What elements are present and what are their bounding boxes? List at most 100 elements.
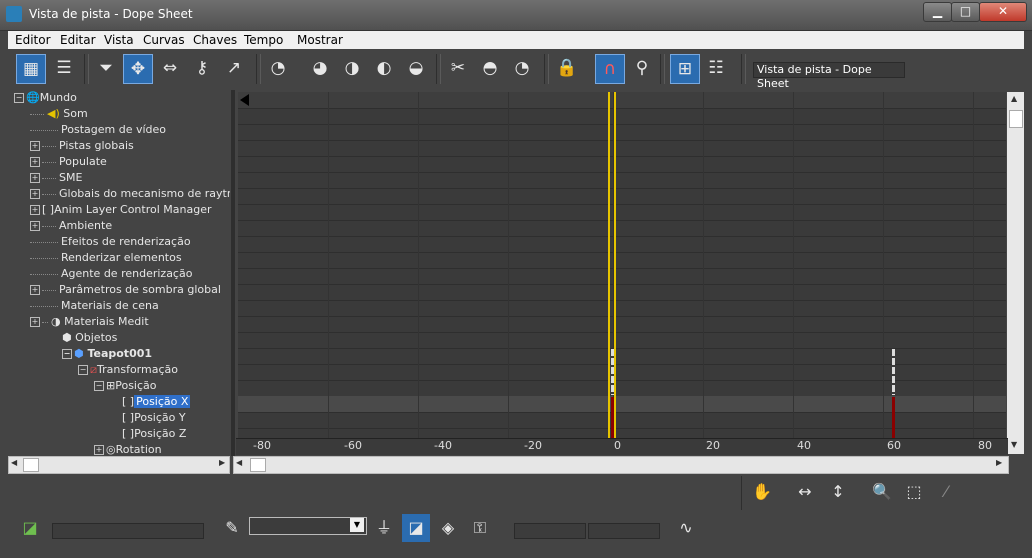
- tree-item-som[interactable]: ◀) Som: [30, 106, 88, 122]
- scroll-right-icon[interactable]: ▶: [219, 458, 225, 467]
- slide-keys-icon[interactable]: ⇔: [156, 54, 184, 82]
- tree-item-posicao-y[interactable]: [ ]Posição Y: [122, 410, 186, 426]
- zoom-icon[interactable]: 🔍: [868, 478, 896, 506]
- filter-animated-icon[interactable]: ◪: [402, 514, 430, 542]
- dope-sheet-icon[interactable]: ▦: [16, 54, 46, 84]
- tree-item-posicao-x[interactable]: [ ] Posição X: [122, 394, 191, 410]
- time-slider-left[interactable]: [608, 92, 610, 440]
- key-frame-0-selected[interactable]: [611, 397, 614, 440]
- track-icon: [ ]: [122, 427, 135, 440]
- menu-editor[interactable]: Editor: [15, 33, 51, 47]
- tree-item-teapot[interactable]: − ⬢ Teapot001: [62, 346, 152, 362]
- menu-vista[interactable]: Vista: [104, 33, 134, 47]
- key-frame-60-selected[interactable]: [892, 397, 895, 440]
- scroll-thumb[interactable]: [1009, 110, 1023, 128]
- tree-item-mundo[interactable]: − 🌐Mundo: [14, 90, 77, 106]
- tree-item-efeitos[interactable]: Efeitos de renderização: [30, 234, 191, 250]
- edit-track-name-icon[interactable]: ✎: [218, 514, 246, 542]
- zoom-selected-object-icon[interactable]: ◪: [16, 514, 44, 542]
- filter-selected-icon[interactable]: ⏚: [370, 514, 398, 542]
- scroll-left-icon[interactable]: ◀: [11, 458, 17, 467]
- tree-item-raytracing[interactable]: +Globais do mecanismo de raytracing: [30, 186, 230, 202]
- time-slider-right[interactable]: [614, 92, 616, 440]
- scroll-thumb[interactable]: [250, 458, 266, 472]
- tree-item-posicao[interactable]: − ⊞Posição: [94, 378, 157, 394]
- filter-controllers-icon[interactable]: ◈: [434, 514, 462, 542]
- tree-item-renderizar[interactable]: Renderizar elementos: [30, 250, 182, 266]
- reverse-time-icon[interactable]: ◑: [338, 54, 366, 82]
- key-mode-icon[interactable]: ⚲: [628, 54, 656, 82]
- selected-track-row[interactable]: [238, 396, 1006, 412]
- pan-hand-icon[interactable]: ✋: [748, 478, 776, 506]
- tree-item-posicao-z[interactable]: [ ]Posição Z: [122, 426, 186, 442]
- unlock-icon[interactable]: ⚿: [466, 514, 494, 542]
- scroll-left-icon[interactable]: ◀: [236, 458, 242, 467]
- tree-item-ambiente[interactable]: + Ambiente: [30, 218, 112, 234]
- tree-view-icon[interactable]: ☷: [702, 54, 730, 82]
- range-start-marker-icon[interactable]: [240, 94, 249, 106]
- isolate-curve-icon[interactable]: ⁄: [932, 478, 960, 506]
- scroll-down-icon[interactable]: ▼: [1011, 440, 1017, 449]
- tree-item-populate[interactable]: + Populate: [30, 154, 107, 170]
- panel-splitter[interactable]: [231, 90, 235, 456]
- menu-chaves[interactable]: Chaves: [193, 33, 237, 47]
- value-field[interactable]: [588, 523, 660, 539]
- maximize-button[interactable]: □: [951, 2, 980, 22]
- scale-time-icon[interactable]: ◐: [370, 54, 398, 82]
- menu-editar[interactable]: Editar: [60, 33, 96, 47]
- add-key-icon[interactable]: ⚷: [188, 54, 216, 82]
- cut-icon[interactable]: ✂: [444, 54, 472, 82]
- zoom-horizontal-icon[interactable]: ↔: [791, 478, 819, 506]
- delete-time-icon[interactable]: ◕: [306, 54, 334, 82]
- tree-item-sme[interactable]: + SME: [30, 170, 82, 186]
- tree-item-pistas-globais[interactable]: + Pistas globais: [30, 138, 134, 154]
- key-stats-icon[interactable]: ∿: [672, 514, 700, 542]
- minimize-button[interactable]: ▁: [923, 2, 952, 22]
- view-name-field[interactable]: Vista de pista - Dope Sheet: [753, 62, 905, 90]
- scroll-right-icon[interactable]: ▶: [996, 458, 1002, 467]
- scale-keys-icon[interactable]: ↗: [220, 54, 248, 82]
- chevron-down-icon[interactable]: ▼: [350, 518, 364, 532]
- lock-icon[interactable]: 🔒: [553, 54, 581, 82]
- tree-item-objetos[interactable]: ⬢ Objetos: [62, 330, 117, 346]
- key-frame-60[interactable]: [892, 349, 895, 395]
- tree-item-sombra[interactable]: + Parâmetros de sombra global: [30, 282, 221, 298]
- dope-sheet-track-area[interactable]: [238, 92, 1006, 440]
- tree-item-transformacao[interactable]: − ⧄Transformação: [78, 362, 178, 378]
- menu-tempo[interactable]: Tempo: [244, 33, 283, 47]
- zoom-vertical-icon[interactable]: ↕: [824, 478, 852, 506]
- ruler-tick: 80: [978, 439, 992, 452]
- scroll-thumb[interactable]: [23, 458, 39, 472]
- track-icon: [ ]: [122, 395, 135, 408]
- key-frame-0[interactable]: [611, 349, 614, 395]
- time-ruler[interactable]: -80 -60 -40 -20 0 20 40 60 80: [236, 438, 1008, 455]
- close-button[interactable]: ✕: [979, 2, 1027, 22]
- selection-dropdown[interactable]: ▼: [249, 517, 367, 535]
- tree-item-postagem[interactable]: Postagem de vídeo: [30, 122, 166, 138]
- tree-horizontal-scrollbar[interactable]: ◀ ▶: [8, 456, 230, 474]
- tree-item-materiais-cena[interactable]: Materiais de cena: [30, 298, 159, 314]
- paste-icon[interactable]: ◔: [508, 54, 536, 82]
- toolbar-separator: [660, 54, 665, 84]
- zoom-region-icon[interactable]: ⬚: [900, 478, 928, 506]
- track-horizontal-scrollbar[interactable]: ◀ ▶: [233, 456, 1009, 474]
- menu-mostrar[interactable]: Mostrar: [297, 33, 343, 47]
- frame-field[interactable]: [514, 523, 586, 539]
- scroll-up-icon[interactable]: ▲: [1011, 94, 1017, 103]
- snap-magnet-icon[interactable]: ∩: [595, 54, 625, 84]
- tree-item-rotation[interactable]: + ◎Rotation: [94, 442, 162, 456]
- curve-editor-icon[interactable]: ☰: [50, 54, 78, 82]
- tree-item-agente[interactable]: Agente de renderização: [30, 266, 192, 282]
- vertical-scrollbar[interactable]: ▲ ▼: [1007, 92, 1024, 454]
- insert-time-icon[interactable]: ◒: [402, 54, 430, 82]
- move-keys-icon[interactable]: ✥: [123, 54, 153, 84]
- select-time-icon[interactable]: ◔: [264, 54, 292, 82]
- hierarchy-icon[interactable]: ⊞: [670, 54, 700, 84]
- tree-item-materiais-medit[interactable]: + ◑ Materiais Medit: [30, 314, 149, 330]
- copy-icon[interactable]: ◓: [476, 54, 504, 82]
- ruler-tick: -40: [434, 439, 452, 452]
- object-name-field[interactable]: [52, 523, 204, 539]
- tree-item-anim-layer[interactable]: +[ ]Anim Layer Control Manager: [30, 202, 212, 218]
- menu-curvas[interactable]: Curvas: [143, 33, 185, 47]
- filter-icon[interactable]: ⏷: [92, 54, 120, 82]
